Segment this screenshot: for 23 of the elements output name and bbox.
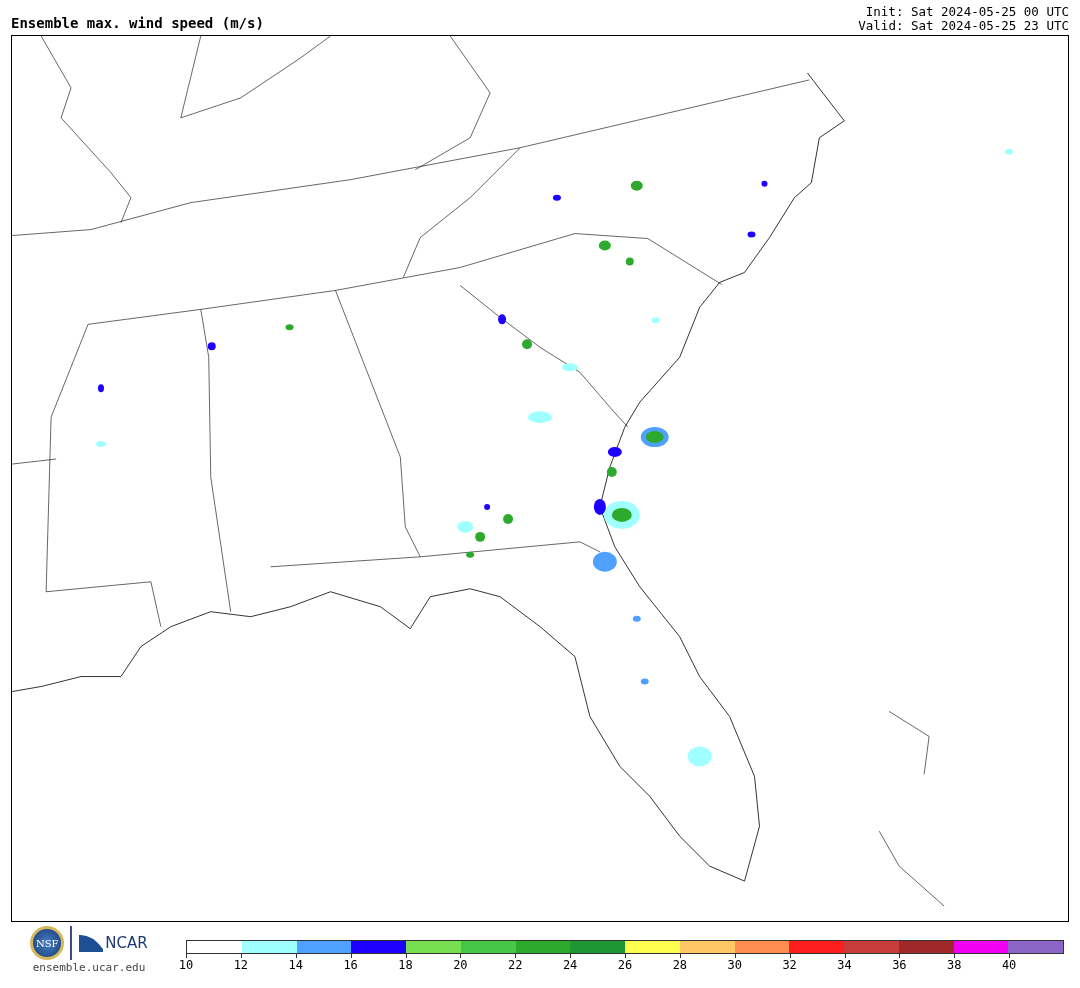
tick-label: 32 <box>782 958 797 972</box>
tick-label: 18 <box>398 958 413 972</box>
tick-label: 28 <box>672 958 688 972</box>
tick-label: 10 <box>178 958 194 972</box>
tick-label: 30 <box>727 958 742 972</box>
tick-label: 38 <box>947 958 962 972</box>
init-time: Init: Sat 2024-05-25 00 UTC <box>865 5 1069 19</box>
tick-label: 36 <box>892 958 907 972</box>
valid-time: Valid: Sat 2024-05-25 23 UTC <box>858 19 1069 33</box>
nsf-logo: NSF <box>30 926 65 960</box>
tick-label: 40 <box>1001 958 1017 972</box>
tick-label: 34 <box>837 958 852 972</box>
tick-label: 24 <box>562 958 578 972</box>
tick-label: 12 <box>233 958 249 972</box>
tick-label: 16 <box>343 958 358 972</box>
tick-label: 20 <box>453 958 468 972</box>
tick-label: 26 <box>617 958 633 972</box>
swoosh-icon <box>78 933 105 953</box>
tick-label: 14 <box>288 958 303 972</box>
website-url: ensemble.ucar.edu <box>32 961 146 974</box>
chart-title: Ensemble max. wind speed (m/s) <box>11 15 264 31</box>
ncar-logo: NCAR <box>105 934 148 952</box>
tick-label: 22 <box>508 958 523 972</box>
